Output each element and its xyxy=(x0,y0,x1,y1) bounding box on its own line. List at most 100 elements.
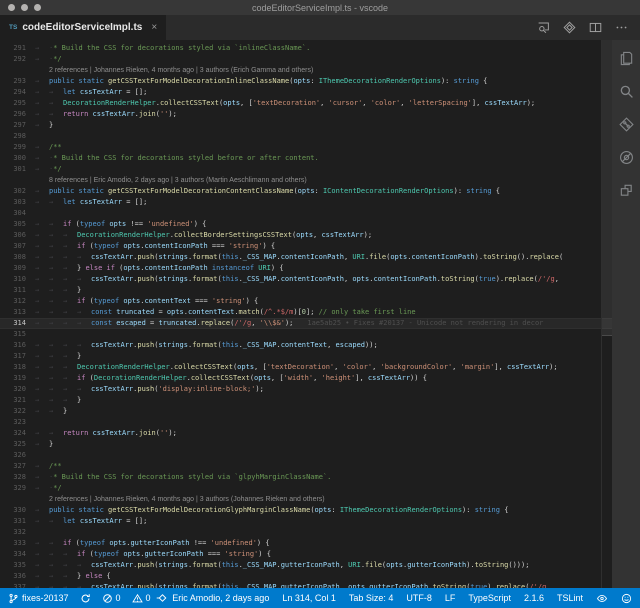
code-line[interactable]: 327→/** xyxy=(0,461,612,472)
line-number: 295 xyxy=(0,98,26,109)
code-text: →→} xyxy=(26,406,612,417)
code-line[interactable]: 331→→let cssTextArr = []; xyxy=(0,516,612,527)
codelens[interactable]: 2 references | Johannes Rieken, 4 months… xyxy=(0,65,612,76)
typescript-file-icon: TS xyxy=(9,24,17,31)
code-line[interactable]: 325→} xyxy=(0,439,612,450)
warning-count[interactable]: 0 xyxy=(132,593,151,604)
code-line[interactable]: 302→public static getCSSTextForModelDeco… xyxy=(0,186,612,197)
preview-status[interactable] xyxy=(596,593,608,604)
editor-scrollbar[interactable] xyxy=(601,40,612,588)
minimize-window-button[interactable] xyxy=(21,4,28,11)
line-number: 319 xyxy=(0,373,26,384)
code-line[interactable]: 305→→if (typeof opts !== 'undefined') { xyxy=(0,219,612,230)
split-editor-icon[interactable] xyxy=(589,21,602,34)
tab-label: codeEditorServiceImpl.ts xyxy=(22,22,142,33)
code-line[interactable]: 333→→if (typeof opts.gutterIconPath !== … xyxy=(0,538,612,549)
close-window-button[interactable] xyxy=(8,4,15,11)
code-line[interactable]: 291→·* Build the CSS for decorations sty… xyxy=(0,43,612,54)
code-line[interactable]: 295→→DecorationRenderHelper.collectCSSTe… xyxy=(0,98,612,109)
explorer-icon[interactable] xyxy=(618,50,634,66)
typescript-version[interactable]: 2.1.6 xyxy=(524,593,544,603)
code-line[interactable]: 322→→} xyxy=(0,406,612,417)
tab-codeEditorServiceImpl[interactable]: TS codeEditorServiceImpl.ts × xyxy=(0,15,166,40)
sync-status[interactable] xyxy=(80,593,91,604)
source-control-icon[interactable] xyxy=(618,116,634,132)
gitlens-blame[interactable]: Eric Amodio, 2 days ago xyxy=(156,593,269,603)
code-line[interactable]: 323 xyxy=(0,417,612,428)
debug-icon[interactable] xyxy=(618,149,634,165)
codelens[interactable]: 2 references | Johannes Rieken, 4 months… xyxy=(0,494,612,505)
code-line[interactable]: 318→→→DecorationRenderHelper.collectCSST… xyxy=(0,362,612,373)
close-tab-icon[interactable]: × xyxy=(151,22,157,33)
language-mode[interactable]: TypeScript xyxy=(468,593,511,603)
code-line[interactable]: 292→·*/ xyxy=(0,54,612,65)
code-line[interactable]: 308→→→→cssTextArr.push(strings.format(th… xyxy=(0,252,612,263)
search-icon[interactable] xyxy=(618,83,634,99)
code-line[interactable]: 307→→→if (typeof opts.contentIconPath ==… xyxy=(0,241,612,252)
extensions-icon[interactable] xyxy=(618,182,634,198)
cursor-position[interactable]: Ln 314, Col 1 xyxy=(282,593,336,603)
code-editor[interactable]: 291→·* Build the CSS for decorations sty… xyxy=(0,40,612,588)
code-line[interactable]: 335→→→→cssTextArr.push(strings.format(th… xyxy=(0,560,612,571)
code-line[interactable]: 334→→→if (typeof opts.gutterIconPath ===… xyxy=(0,549,612,560)
open-preview-icon[interactable] xyxy=(537,21,550,34)
code-line[interactable]: 324→→return cssTextArr.join(''); xyxy=(0,428,612,439)
code-line[interactable]: 337→→→→cssTextArr.push(strings.format(th… xyxy=(0,582,612,588)
line-number: 318 xyxy=(0,362,26,373)
code-text: →→→→cssTextArr.push(strings.format(this.… xyxy=(26,582,612,588)
code-line[interactable]: 314→→→→const escaped = truncated.replace… xyxy=(0,318,612,329)
codelens[interactable]: 8 references | Eric Amodio, 2 days ago |… xyxy=(0,175,612,186)
code-line[interactable]: 326 xyxy=(0,450,612,461)
code-line[interactable]: 300→·* Build the CSS for decorations sty… xyxy=(0,153,612,164)
eye-icon xyxy=(596,593,608,604)
code-line[interactable]: 310→→→→cssTextArr.push(strings.format(th… xyxy=(0,274,612,285)
code-line[interactable]: 313→→→→const truncated = opts.contentTex… xyxy=(0,307,612,318)
code-text: →→if (typeof opts !== 'undefined') { xyxy=(26,219,612,230)
code-line[interactable]: 330→public static getCSSTextForModelDeco… xyxy=(0,505,612,516)
zoom-window-button[interactable] xyxy=(34,4,41,11)
code-line[interactable]: 309→→→} else if (opts.contentIconPath in… xyxy=(0,263,612,274)
code-line[interactable]: 297→} xyxy=(0,120,612,131)
code-line[interactable]: 319→→→if (DecorationRenderHelper.collect… xyxy=(0,373,612,384)
code-line[interactable]: 312→→→if (typeof opts.contentText === 's… xyxy=(0,296,612,307)
more-actions-icon[interactable] xyxy=(615,21,628,34)
code-line[interactable]: 294→→let cssTextArr = []; xyxy=(0,87,612,98)
line-number: 294 xyxy=(0,87,26,98)
code-line[interactable]: 328→·* Build the CSS for decorations sty… xyxy=(0,472,612,483)
line-number: 328 xyxy=(0,472,26,483)
code-line[interactable]: 329→·*/ xyxy=(0,483,612,494)
code-line[interactable]: 320→→→→cssTextArr.push('display:inline-b… xyxy=(0,384,612,395)
code-text: →→→if (DecorationRenderHelper.collectCSS… xyxy=(26,373,612,384)
code-content: 291→·* Build the CSS for decorations sty… xyxy=(0,43,612,588)
code-line[interactable]: 336→→→} else { xyxy=(0,571,612,582)
code-line[interactable]: 298 xyxy=(0,131,612,142)
code-text: →·* Build the CSS for decorations styled… xyxy=(26,153,612,164)
gitlens-compare-icon[interactable] xyxy=(563,21,576,34)
git-branch-status[interactable]: fixes-20137 xyxy=(8,593,69,604)
code-line[interactable]: 317→→→} xyxy=(0,351,612,362)
code-line[interactable]: 321→→→} xyxy=(0,395,612,406)
code-line[interactable]: 306→→→DecorationRenderHelper.collectBord… xyxy=(0,230,612,241)
feedback[interactable] xyxy=(621,593,632,604)
code-text: →→→} else if (opts.contentIconPath insta… xyxy=(26,263,612,274)
indentation[interactable]: Tab Size: 4 xyxy=(349,593,394,603)
code-line[interactable]: 311→→→} xyxy=(0,285,612,296)
code-line[interactable]: 301→·*/ xyxy=(0,164,612,175)
encoding[interactable]: UTF-8 xyxy=(406,593,432,603)
tslint-status[interactable]: TSLint xyxy=(557,593,583,603)
code-line[interactable]: 304 xyxy=(0,208,612,219)
code-line[interactable]: 332 xyxy=(0,527,612,538)
code-line[interactable]: 316→→→→cssTextArr.push(strings.format(th… xyxy=(0,340,612,351)
code-line[interactable]: 299→/** xyxy=(0,142,612,153)
language-mode-label: TypeScript xyxy=(468,593,511,603)
code-line[interactable]: 296→→return cssTextArr.join(''); xyxy=(0,109,612,120)
error-count[interactable]: 0 xyxy=(102,593,121,604)
code-line[interactable]: 303→→let cssTextArr = []; xyxy=(0,197,612,208)
eol[interactable]: LF xyxy=(445,593,456,603)
eol-label: LF xyxy=(445,593,456,603)
traffic-lights xyxy=(8,4,41,11)
code-text: →→let cssTextArr = []; xyxy=(26,87,612,98)
scrollbar-thumb[interactable] xyxy=(602,40,612,336)
code-line[interactable]: 293→public static getCSSTextForModelDeco… xyxy=(0,76,612,87)
code-line[interactable]: 315 xyxy=(0,329,612,340)
